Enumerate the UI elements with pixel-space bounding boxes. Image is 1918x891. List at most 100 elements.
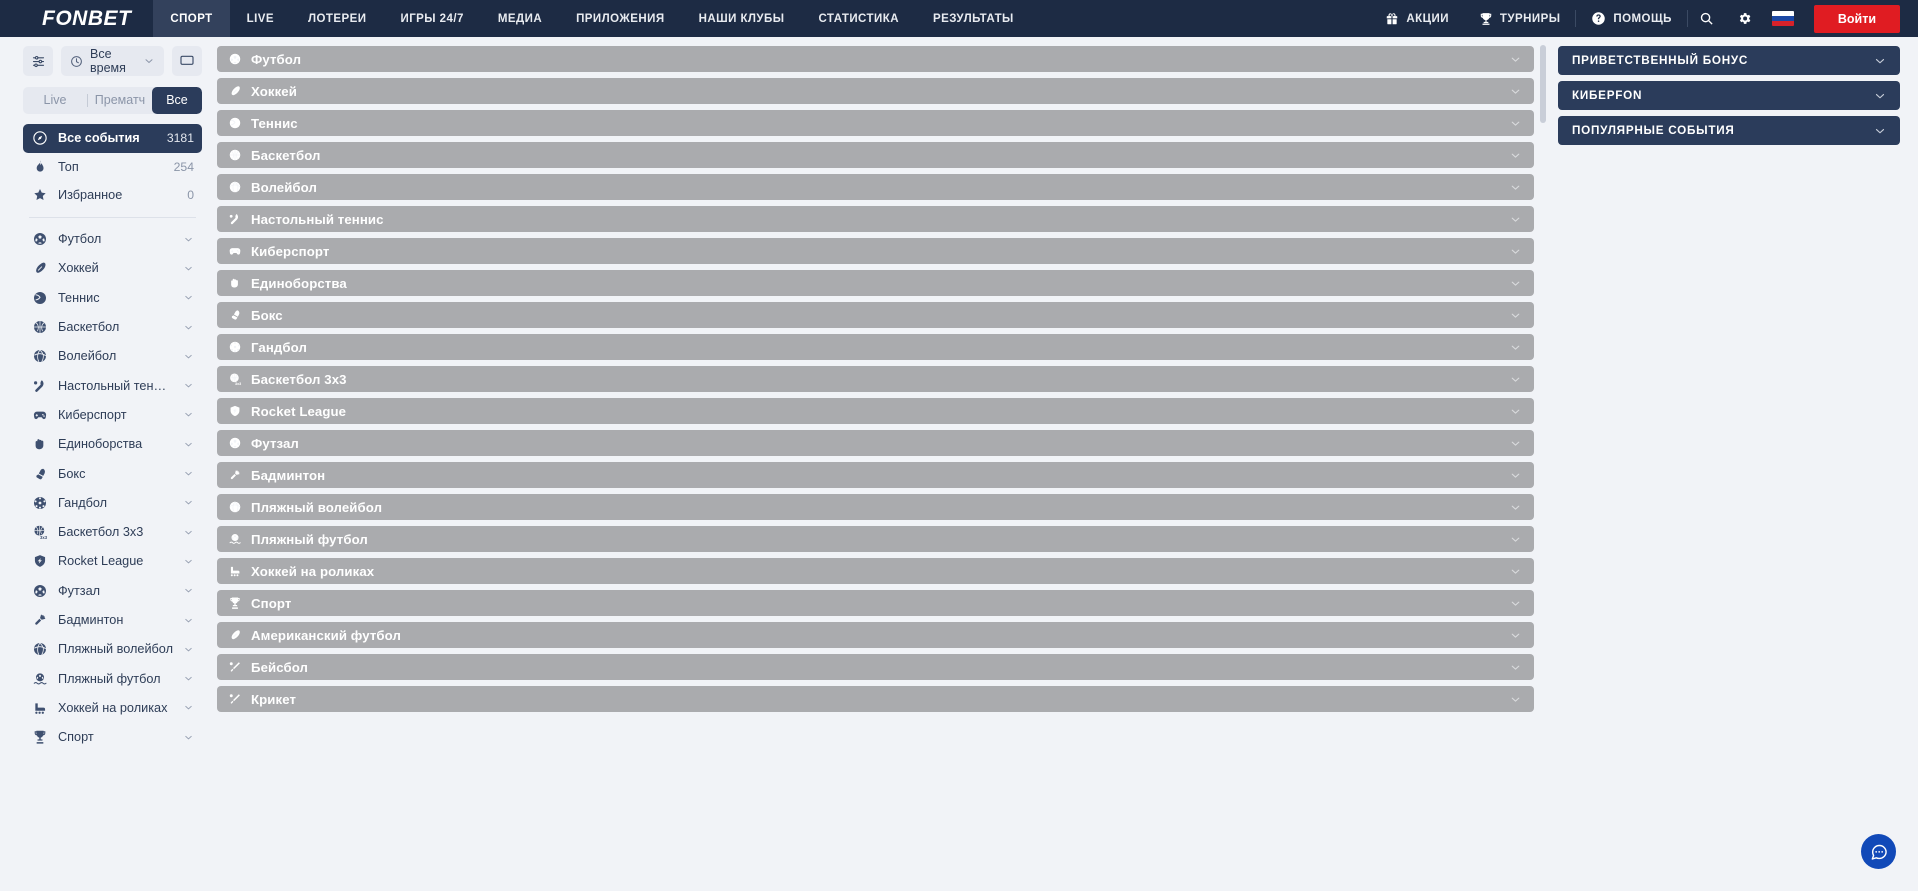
- sidebar-sport-11[interactable]: Rocket League: [23, 547, 202, 576]
- help-link[interactable]: ПОМОЩЬ: [1576, 0, 1686, 37]
- sidebar-sport-12[interactable]: Футзал: [23, 576, 202, 605]
- sport-row-8[interactable]: Бокс: [217, 302, 1534, 328]
- fonbet-logo[interactable]: FONBET: [0, 0, 153, 37]
- chevron-down-icon[interactable]: [1509, 661, 1522, 674]
- segment-1[interactable]: Прематч: [88, 87, 152, 114]
- sport-row-14[interactable]: Пляжный волейбол: [217, 494, 1534, 520]
- sport-row-10[interactable]: 3x3 Баскетбол 3х3: [217, 366, 1534, 392]
- promos-link[interactable]: АКЦИИ: [1370, 0, 1464, 37]
- chevron-down-icon[interactable]: [183, 615, 194, 626]
- display-mode-button[interactable]: [172, 46, 202, 76]
- settings-button[interactable]: [1726, 0, 1764, 37]
- sidebar-sport-9[interactable]: Гандбол: [23, 488, 202, 517]
- sidebar-sport-1[interactable]: Хоккей: [23, 254, 202, 283]
- chevron-down-icon[interactable]: [183, 497, 194, 508]
- chevron-down-icon[interactable]: [1509, 565, 1522, 578]
- chevron-down-icon[interactable]: [1509, 309, 1522, 322]
- nav-item-5[interactable]: ПРИЛОЖЕНИЯ: [559, 0, 681, 37]
- chevron-down-icon[interactable]: [183, 468, 194, 479]
- sidebar-sport-13[interactable]: Бадминтон: [23, 605, 202, 634]
- segment-0[interactable]: Live: [23, 87, 87, 114]
- sport-row-16[interactable]: Хоккей на роликах: [217, 558, 1534, 584]
- chevron-down-icon[interactable]: [1509, 373, 1522, 386]
- chevron-down-icon[interactable]: [183, 351, 194, 362]
- chevron-down-icon[interactable]: [183, 322, 194, 333]
- sidebar-sport-5[interactable]: Настольный теннис: [23, 371, 202, 400]
- sport-row-13[interactable]: Бадминтон: [217, 462, 1534, 488]
- nav-item-0[interactable]: СПОРТ: [153, 0, 230, 37]
- chevron-down-icon[interactable]: [1509, 149, 1522, 162]
- chevron-down-icon[interactable]: [1509, 693, 1522, 706]
- chevron-down-icon[interactable]: [1509, 117, 1522, 130]
- sport-row-11[interactable]: Rocket League: [217, 398, 1534, 424]
- chevron-down-icon[interactable]: [183, 673, 194, 684]
- promo-panel-2[interactable]: ПОПУЛЯРНЫЕ СОБЫТИЯ: [1558, 116, 1900, 145]
- chevron-down-icon[interactable]: [1509, 405, 1522, 418]
- sport-row-20[interactable]: Крикет: [217, 686, 1534, 712]
- sidebar-item-1[interactable]: Топ 254: [23, 153, 202, 182]
- chevron-down-icon[interactable]: [183, 263, 194, 274]
- scrollbar-thumb[interactable]: [1540, 45, 1546, 123]
- chevron-down-icon[interactable]: [1509, 341, 1522, 354]
- sport-row-9[interactable]: Гандбол: [217, 334, 1534, 360]
- language-button[interactable]: [1764, 0, 1802, 37]
- sport-row-6[interactable]: Киберспорт: [217, 238, 1534, 264]
- sidebar-sport-16[interactable]: Хоккей на роликах: [23, 693, 202, 722]
- chevron-down-icon[interactable]: [1509, 53, 1522, 66]
- chevron-down-icon[interactable]: [183, 409, 194, 420]
- sport-row-7[interactable]: Единоборства: [217, 270, 1534, 296]
- sport-row-1[interactable]: Хоккей: [217, 78, 1534, 104]
- promo-panel-1[interactable]: КИБЕРFON: [1558, 81, 1900, 110]
- chevron-down-icon[interactable]: [183, 644, 194, 655]
- sidebar-item-2[interactable]: Избранное 0: [23, 181, 202, 210]
- chevron-down-icon[interactable]: [1873, 89, 1887, 103]
- nav-item-4[interactable]: МЕДИА: [481, 0, 559, 37]
- sidebar-sport-3[interactable]: Баскетбол: [23, 312, 202, 341]
- chevron-down-icon[interactable]: [1509, 437, 1522, 450]
- promo-panel-0[interactable]: ПРИВЕТСТВЕННЫЙ БОНУС: [1558, 46, 1900, 75]
- sidebar-sport-17[interactable]: Спорт: [23, 723, 202, 752]
- chevron-down-icon[interactable]: [1873, 54, 1887, 68]
- sidebar-sport-10[interactable]: 3x3 Баскетбол 3х3: [23, 517, 202, 546]
- nav-item-3[interactable]: ИГРЫ 24/7: [383, 0, 480, 37]
- sidebar-sport-14[interactable]: Пляжный волейбол: [23, 635, 202, 664]
- sport-row-2[interactable]: Теннис: [217, 110, 1534, 136]
- tournaments-link[interactable]: ТУРНИРЫ: [1464, 0, 1576, 37]
- sport-row-17[interactable]: Спорт: [217, 590, 1534, 616]
- chevron-down-icon[interactable]: [1509, 501, 1522, 514]
- sport-row-12[interactable]: Футзал: [217, 430, 1534, 456]
- search-button[interactable]: [1688, 0, 1726, 37]
- sidebar-sport-7[interactable]: Единоборства: [23, 430, 202, 459]
- chat-button[interactable]: [1861, 834, 1896, 869]
- sport-row-19[interactable]: Бейсбол: [217, 654, 1534, 680]
- chevron-down-icon[interactable]: [1509, 181, 1522, 194]
- chevron-down-icon[interactable]: [183, 234, 194, 245]
- chevron-down-icon[interactable]: [1509, 277, 1522, 290]
- nav-item-7[interactable]: СТАТИСТИКА: [801, 0, 915, 37]
- sidebar-item-0[interactable]: Все события 3181: [23, 124, 202, 153]
- nav-item-6[interactable]: НАШИ КЛУБЫ: [682, 0, 802, 37]
- segment-2[interactable]: Все: [152, 87, 202, 114]
- time-filter-select[interactable]: Все время: [61, 46, 164, 76]
- chevron-down-icon[interactable]: [183, 556, 194, 567]
- chevron-down-icon[interactable]: [1509, 85, 1522, 98]
- nav-item-2[interactable]: ЛОТЕРЕИ: [291, 0, 383, 37]
- chevron-down-icon[interactable]: [183, 527, 194, 538]
- chevron-down-icon[interactable]: [1509, 213, 1522, 226]
- chevron-down-icon[interactable]: [183, 732, 194, 743]
- chevron-down-icon[interactable]: [1873, 124, 1887, 138]
- sidebar-sport-2[interactable]: Теннис: [23, 283, 202, 312]
- chevron-down-icon[interactable]: [1509, 597, 1522, 610]
- chevron-down-icon[interactable]: [183, 439, 194, 450]
- chevron-down-icon[interactable]: [183, 585, 194, 596]
- chevron-down-icon[interactable]: [1509, 533, 1522, 546]
- chevron-down-icon[interactable]: [1509, 469, 1522, 482]
- sport-row-15[interactable]: Пляжный футбол: [217, 526, 1534, 552]
- chevron-down-icon[interactable]: [1509, 629, 1522, 642]
- chevron-down-icon[interactable]: [183, 292, 194, 303]
- chevron-down-icon[interactable]: [1509, 245, 1522, 258]
- sport-row-3[interactable]: Баскетбол: [217, 142, 1534, 168]
- sidebar-sport-4[interactable]: Волейбол: [23, 342, 202, 371]
- sidebar-sport-8[interactable]: Бокс: [23, 459, 202, 488]
- chevron-down-icon[interactable]: [183, 380, 194, 391]
